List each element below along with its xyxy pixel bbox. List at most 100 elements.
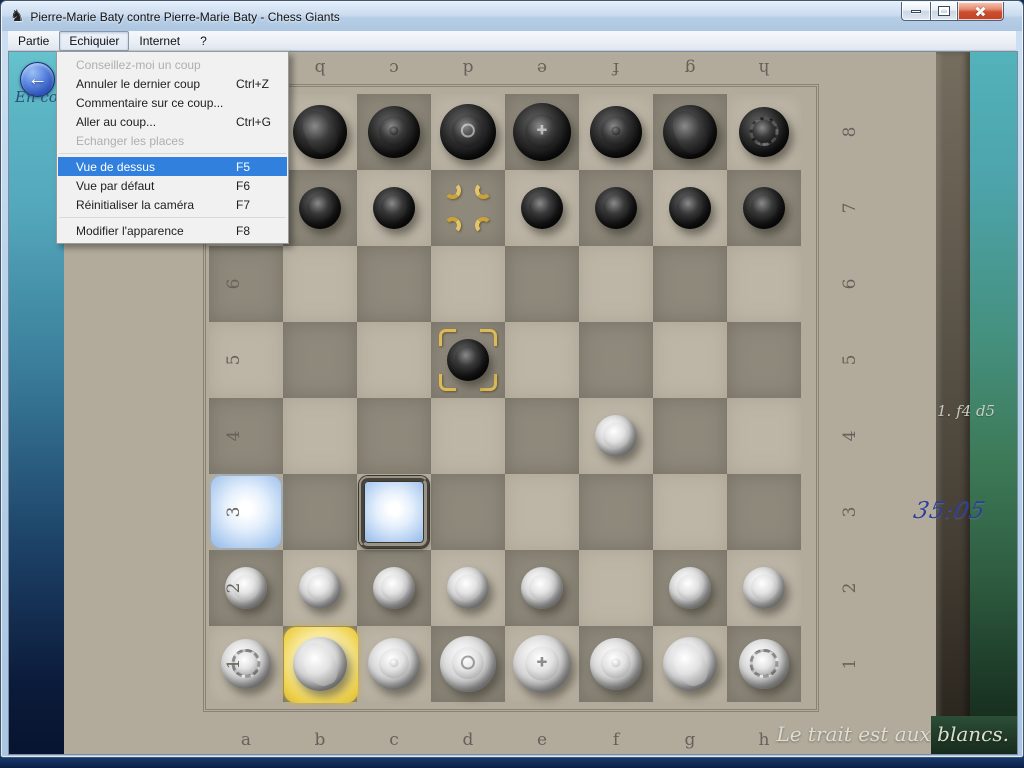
clock-text: 35:05 — [911, 498, 988, 524]
maximize-icon — [939, 7, 949, 15]
knight-top-icon — [297, 637, 343, 691]
piece-black-bishop-c8[interactable] — [368, 106, 420, 158]
minimize-button[interactable] — [901, 2, 930, 21]
highlight-move-glow-framed-c3[interactable] — [359, 476, 429, 548]
menu-item: Echanger les places — [58, 131, 287, 150]
menu-item-label: Commentaire sur ce coup... — [76, 96, 223, 110]
file-label-top-e: e — [532, 58, 552, 78]
square-b6[interactable] — [283, 246, 357, 322]
move-list-text: 1. f4 d5 — [937, 402, 1017, 420]
menu-item[interactable]: Commentaire sur ce coup... — [58, 93, 287, 112]
menubar-item-?[interactable]: ? — [190, 31, 217, 51]
piece-black-knight-g8[interactable] — [663, 105, 717, 159]
piece-white-pawn-g2[interactable] — [669, 567, 711, 609]
piece-white-pawn-f4[interactable] — [595, 415, 637, 457]
square-e5[interactable] — [505, 322, 579, 398]
menubar-item-internet[interactable]: Internet — [129, 31, 190, 51]
piece-black-bishop-f8[interactable] — [590, 106, 642, 158]
menu-item-label: Modifier l'apparence — [76, 224, 184, 238]
piece-black-pawn-e7[interactable] — [521, 187, 563, 229]
maximize-button[interactable] — [930, 2, 958, 21]
pawn-top-icon — [307, 574, 333, 600]
square-b3[interactable] — [283, 474, 357, 550]
square-g5[interactable] — [653, 322, 727, 398]
square-h6[interactable] — [727, 246, 801, 322]
bishop-top-icon — [379, 116, 409, 146]
piece-black-queen-d8[interactable] — [440, 104, 496, 160]
highlight-last-move-from-d7[interactable] — [431, 170, 505, 246]
square-h5[interactable] — [727, 322, 801, 398]
square-a4[interactable] — [209, 398, 283, 474]
rank-label-right-2: 2 — [840, 578, 860, 598]
rank-label-left-4: 4 — [224, 426, 244, 446]
piece-white-bishop-c1[interactable] — [368, 638, 420, 690]
menubar-item-echiquier[interactable]: Echiquier — [59, 31, 129, 51]
piece-black-pawn-c7[interactable] — [373, 187, 415, 229]
rank-label-left-1: 1 — [224, 654, 244, 674]
piece-black-king-e8[interactable] — [513, 103, 571, 161]
rank-label-left-3: 3 — [224, 502, 244, 522]
menu-item-label: Vue de dessus — [76, 160, 155, 174]
menu-item-label: Echanger les places — [76, 134, 184, 148]
square-a6[interactable] — [209, 246, 283, 322]
square-b4[interactable] — [283, 398, 357, 474]
highlight-move-glow-a3[interactable] — [211, 476, 281, 548]
square-h4[interactable] — [727, 398, 801, 474]
square-g3[interactable] — [653, 474, 727, 550]
file-label-bottom-c: c — [384, 730, 404, 750]
close-button[interactable] — [958, 2, 1004, 21]
menubar-item-partie[interactable]: Partie — [8, 31, 59, 51]
square-b5[interactable] — [283, 322, 357, 398]
piece-white-knight-b1[interactable] — [293, 637, 347, 691]
square-e6[interactable] — [505, 246, 579, 322]
piece-white-queen-d1[interactable] — [440, 636, 496, 692]
pawn-top-icon — [603, 422, 629, 448]
square-c6[interactable] — [357, 246, 431, 322]
menu-item-shortcut: Ctrl+Z — [236, 77, 269, 91]
square-d6[interactable] — [431, 246, 505, 322]
square-h3[interactable] — [727, 474, 801, 550]
piece-black-rook-h8[interactable] — [739, 107, 789, 157]
square-e3[interactable] — [505, 474, 579, 550]
square-c4[interactable] — [357, 398, 431, 474]
square-g6[interactable] — [653, 246, 727, 322]
last-move-marker — [475, 182, 492, 199]
square-f3[interactable] — [579, 474, 653, 550]
menu-item[interactable]: Aller au coup...Ctrl+G — [58, 112, 287, 131]
square-g4[interactable] — [653, 398, 727, 474]
pawn-top-icon — [751, 194, 777, 220]
piece-black-pawn-h7[interactable] — [743, 187, 785, 229]
piece-white-pawn-c2[interactable] — [373, 567, 415, 609]
piece-black-pawn-b7[interactable] — [299, 187, 341, 229]
menu-item[interactable]: Modifier l'apparenceF8 — [58, 221, 287, 240]
square-f5[interactable] — [579, 322, 653, 398]
piece-black-pawn-g7[interactable] — [669, 187, 711, 229]
menu-item[interactable]: Vue de dessusF5 — [58, 157, 287, 176]
piece-white-king-e1[interactable] — [513, 635, 571, 693]
piece-white-pawn-h2[interactable] — [743, 567, 785, 609]
menu-item[interactable]: Réinitialiser la caméraF7 — [58, 195, 287, 214]
square-d4[interactable] — [431, 398, 505, 474]
piece-white-bishop-f1[interactable] — [590, 638, 642, 690]
square-c5[interactable] — [357, 322, 431, 398]
turn-status-text: Le trait est aux blancs. — [776, 722, 1009, 746]
file-label-bottom-f: f — [606, 730, 626, 750]
square-f6[interactable] — [579, 246, 653, 322]
square-a5[interactable] — [209, 322, 283, 398]
title-bar[interactable]: ♞ Pierre-Marie Baty contre Pierre-Marie … — [2, 2, 1022, 31]
piece-black-pawn-d5[interactable] — [447, 339, 489, 381]
square-f2[interactable] — [579, 550, 653, 626]
piece-black-knight-b8[interactable] — [293, 105, 347, 159]
piece-white-pawn-e2[interactable] — [521, 567, 563, 609]
piece-white-rook-h1[interactable] — [739, 639, 789, 689]
piece-white-pawn-b2[interactable] — [299, 567, 341, 609]
square-e4[interactable] — [505, 398, 579, 474]
square-d3[interactable] — [431, 474, 505, 550]
piece-black-pawn-f7[interactable] — [595, 187, 637, 229]
menu-item[interactable]: Annuler le dernier coupCtrl+Z — [58, 74, 287, 93]
piece-white-pawn-d2[interactable] — [447, 567, 489, 609]
piece-white-knight-g1[interactable] — [663, 637, 717, 691]
menu-item[interactable]: Vue par défautF6 — [58, 176, 287, 195]
file-label-bottom-g: g — [680, 730, 700, 750]
file-label-top-g: g — [680, 58, 700, 78]
